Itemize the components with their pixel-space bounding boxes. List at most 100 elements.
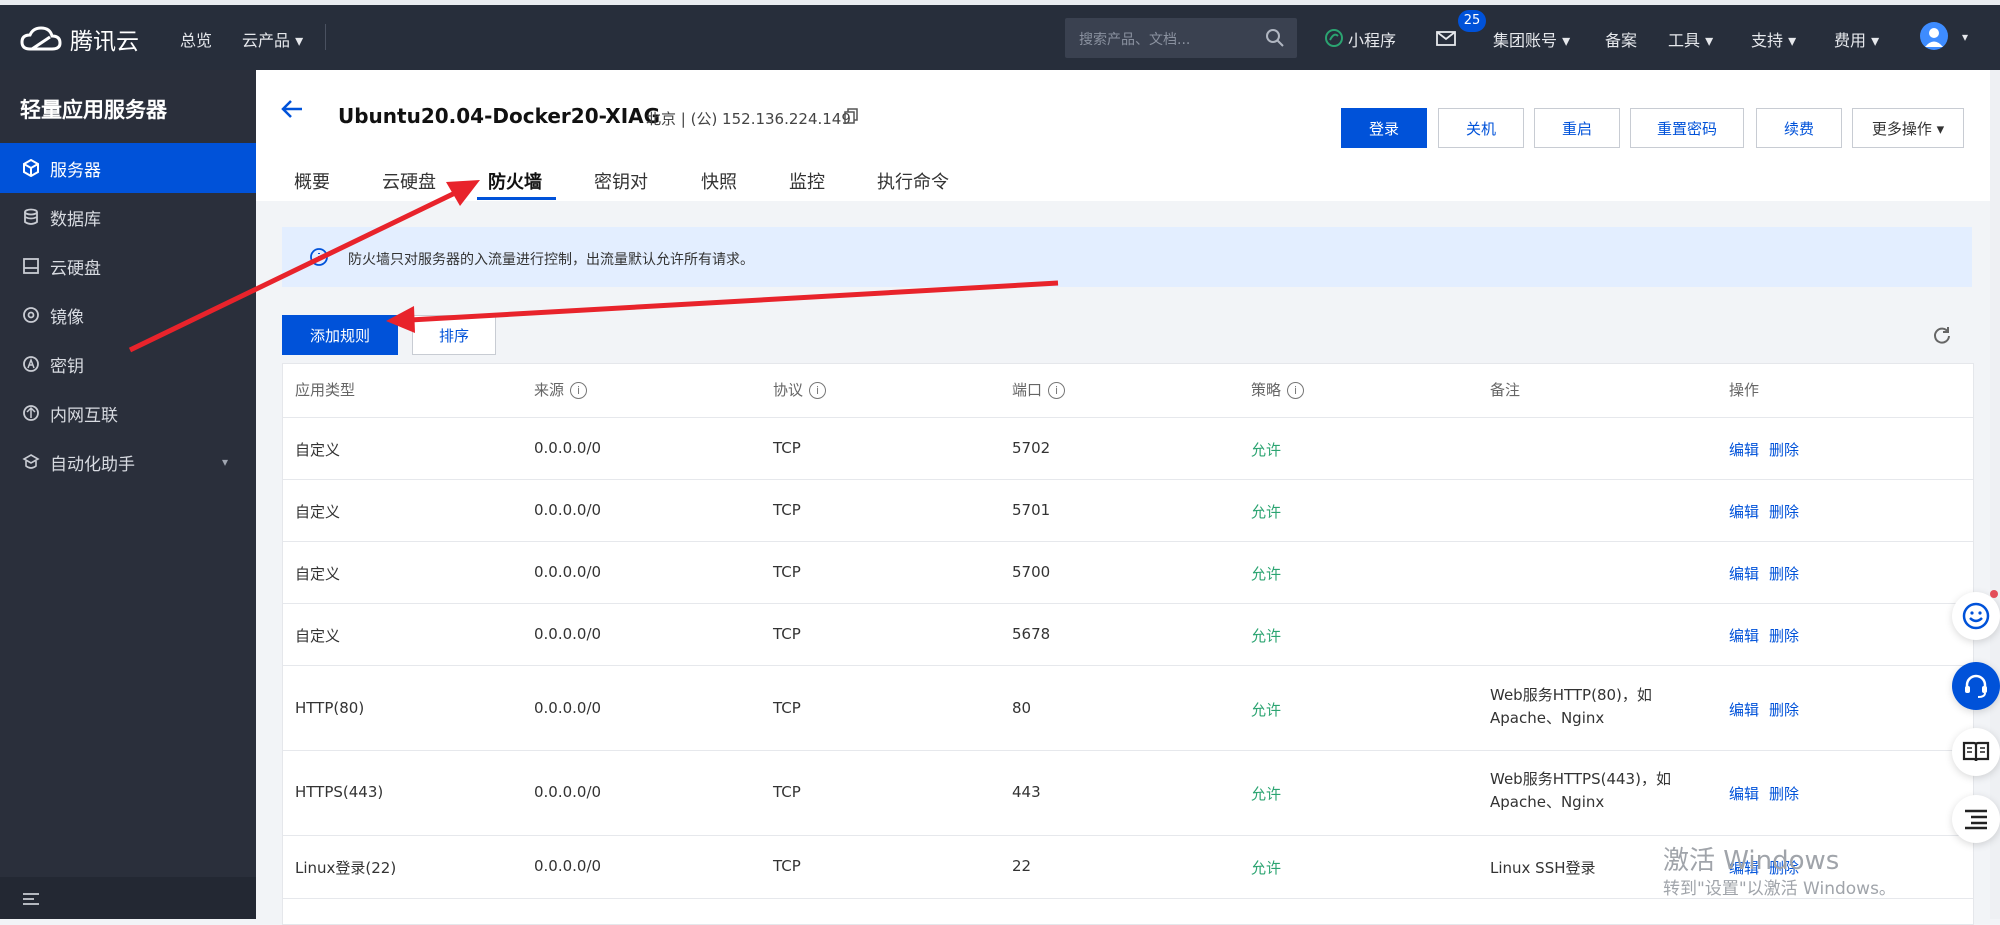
cell-app-type: HTTPS(443) (295, 783, 384, 801)
delete-link[interactable]: 删除 (1769, 503, 1799, 521)
tab-run-command[interactable]: 执行命令 (877, 168, 949, 194)
nav-overview[interactable]: 总览 (180, 27, 212, 51)
back-arrow-icon[interactable] (280, 98, 304, 120)
col-header-source: 来源 i (534, 364, 588, 417)
cell-actions: 编辑 删除 (1729, 625, 1809, 646)
login-button[interactable]: 登录 (1341, 108, 1427, 148)
restart-button[interactable]: 重启 (1534, 108, 1620, 148)
top-navigation-bar: 腾讯云 总览 云产品 ▾ 搜索产品、文档... 小程序 25 集团账号 ▾ 备案… (0, 0, 2000, 70)
sidebar-item-automation[interactable]: 自动化助手 ▾ (0, 437, 256, 487)
delete-link[interactable]: 删除 (1769, 627, 1799, 645)
cell-source: 0.0.0.0/0 (534, 501, 602, 519)
cell-port: 5678 (1012, 625, 1051, 643)
cell-policy: 允许 (1251, 701, 1282, 719)
feedback-button[interactable] (1952, 592, 2000, 640)
cell-policy: 允许 (1251, 503, 1282, 521)
page-scrollbar[interactable] (1990, 70, 2000, 919)
book-icon (1962, 741, 1990, 762)
instance-header: Ubuntu20.04-Docker20-XIAG 北京 | (公) 152.1… (256, 70, 2000, 201)
more-actions-button[interactable]: 更多操作 ▾ (1852, 108, 1964, 148)
search-icon[interactable] (1265, 28, 1285, 48)
docs-button[interactable] (1952, 728, 2000, 776)
tab-key-pair[interactable]: 密钥对 (594, 168, 648, 194)
user-icon (1925, 28, 1943, 47)
delete-link[interactable]: 删除 (1769, 441, 1799, 459)
delete-link[interactable]: 删除 (1769, 785, 1799, 803)
tab-firewall[interactable]: 防火墙 (488, 168, 542, 194)
cell-protocol: TCP (773, 501, 801, 519)
sidebar-item-disk[interactable]: 云硬盘 (0, 241, 256, 291)
menu-list-button[interactable] (1952, 795, 2000, 843)
tools-menu[interactable]: 工具 ▾ (1668, 27, 1713, 51)
edit-link[interactable]: 编辑 (1729, 785, 1759, 803)
group-account-menu[interactable]: 集团账号 ▾ (1493, 27, 1570, 51)
delete-link[interactable]: 删除 (1769, 701, 1799, 719)
customer-service-button[interactable] (1952, 662, 2000, 710)
tab-overview[interactable]: 概要 (294, 168, 330, 194)
help-icon[interactable]: i (1287, 382, 1305, 399)
edit-link[interactable]: 编辑 (1729, 441, 1759, 459)
sidebar-item-intranet[interactable]: 内网互联 (0, 388, 256, 438)
cell-actions: 编辑 删除 (1729, 501, 1809, 522)
notification-dot (1990, 590, 1998, 598)
user-avatar[interactable] (1920, 22, 1948, 50)
support-menu[interactable]: 支持 ▾ (1751, 27, 1796, 51)
cell-port: 5701 (1012, 501, 1051, 519)
reset-password-button[interactable]: 重置密码 (1630, 108, 1744, 148)
cell-policy: 允许 (1251, 565, 1282, 583)
mail-count-badge: 25 (1458, 10, 1486, 32)
image-icon (22, 306, 40, 324)
sidebar-collapse-bar[interactable] (0, 877, 256, 919)
server-icon (22, 159, 40, 177)
filing-link[interactable]: 备案 (1605, 27, 1637, 51)
cloud-logo-icon (20, 26, 62, 51)
info-banner: 防火墙只对服务器的入流量进行控制，出流量默认允许所有请求。 (282, 227, 1972, 287)
table-row (283, 898, 1973, 924)
sidebar-item-server[interactable]: 服务器 (0, 143, 256, 193)
cell-app-type: 自定义 (295, 441, 341, 459)
tab-cloud-disk[interactable]: 云硬盘 (382, 168, 436, 194)
tencent-cloud-logo[interactable]: 腾讯云 (20, 22, 139, 56)
cell-note: Web服务HTTPS(443)，如 Apache、Nginx (1490, 770, 1671, 811)
nav-products-dropdown[interactable]: 云产品 ▾ (242, 27, 303, 51)
col-header-protocol: 协议 i (773, 364, 827, 417)
robot-icon (22, 453, 40, 471)
search-placeholder: 搜索产品、文档... (1079, 32, 1191, 48)
search-input[interactable]: 搜索产品、文档... (1065, 18, 1297, 58)
mini-program-link[interactable]: 小程序 (1348, 27, 1396, 51)
col-header-policy: 策略 i (1251, 364, 1305, 417)
sidebar-item-label: 自动化助手 (50, 454, 135, 475)
sidebar-item-image[interactable]: 镜像 (0, 290, 256, 340)
mini-program-icon (1325, 29, 1343, 47)
copy-icon[interactable] (844, 108, 858, 124)
billing-menu[interactable]: 费用 ▾ (1834, 27, 1879, 51)
network-icon (22, 404, 40, 422)
renew-button[interactable]: 续费 (1756, 108, 1842, 148)
help-icon[interactable]: i (809, 382, 827, 399)
collapse-menu-icon[interactable] (22, 893, 40, 905)
help-icon[interactable]: i (1048, 382, 1066, 399)
edit-link[interactable]: 编辑 (1729, 503, 1759, 521)
cell-source: 0.0.0.0/0 (534, 439, 602, 457)
browser-strip (0, 0, 2000, 5)
sort-button[interactable]: 排序 (412, 315, 496, 355)
chevron-down-icon[interactable]: ▾ (222, 455, 228, 469)
info-text: 防火墙只对服务器的入流量进行控制，出流量默认允许所有请求。 (348, 252, 754, 268)
tab-monitor[interactable]: 监控 (789, 168, 825, 194)
sidebar-item-database[interactable]: 数据库 (0, 192, 256, 242)
edit-link[interactable]: 编辑 (1729, 627, 1759, 645)
col-header-app-type: 应用类型 (295, 381, 356, 399)
shutdown-button[interactable]: 关机 (1438, 108, 1524, 148)
add-rule-button[interactable]: 添加规则 (282, 315, 398, 355)
delete-link[interactable]: 删除 (1769, 565, 1799, 583)
table-row: 自定义 0.0.0.0/0 TCP 5700 允许 编辑 删除 (283, 541, 1973, 603)
refresh-icon[interactable] (1932, 325, 1952, 345)
avatar-chevron-icon[interactable]: ▾ (1962, 30, 1968, 44)
edit-link[interactable]: 编辑 (1729, 565, 1759, 583)
edit-link[interactable]: 编辑 (1729, 701, 1759, 719)
help-icon[interactable]: i (570, 382, 588, 399)
sidebar: 轻量应用服务器 服务器 数据库 云硬盘 镜像 密钥 内网互联 自动化助手 ▾ (0, 70, 256, 919)
tab-snapshot[interactable]: 快照 (701, 168, 737, 194)
sidebar-item-key[interactable]: 密钥 (0, 339, 256, 389)
mail-icon[interactable] (1436, 31, 1456, 46)
